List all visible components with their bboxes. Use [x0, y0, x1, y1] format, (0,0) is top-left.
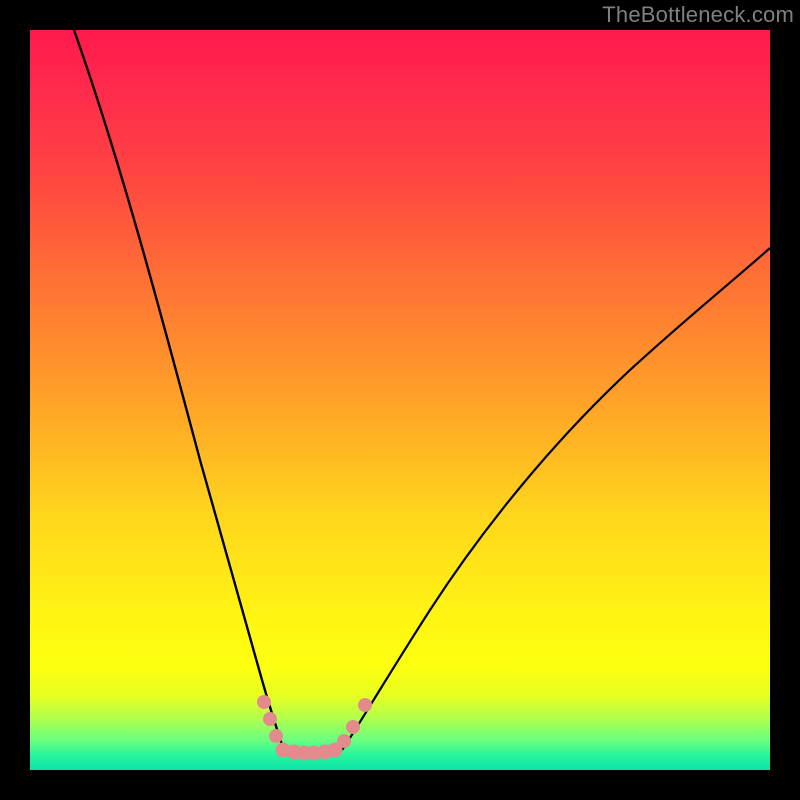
bottleneck-curve-svg — [30, 30, 770, 770]
curve-right — [342, 248, 770, 750]
chart-frame: TheBottleneck.com — [0, 0, 800, 800]
markers-floor — [276, 743, 343, 761]
markers-right — [337, 698, 372, 748]
watermark-text: TheBottleneck.com — [602, 2, 794, 28]
curve-left — [74, 30, 284, 750]
markers-left — [257, 695, 283, 743]
plot-area — [30, 30, 770, 770]
